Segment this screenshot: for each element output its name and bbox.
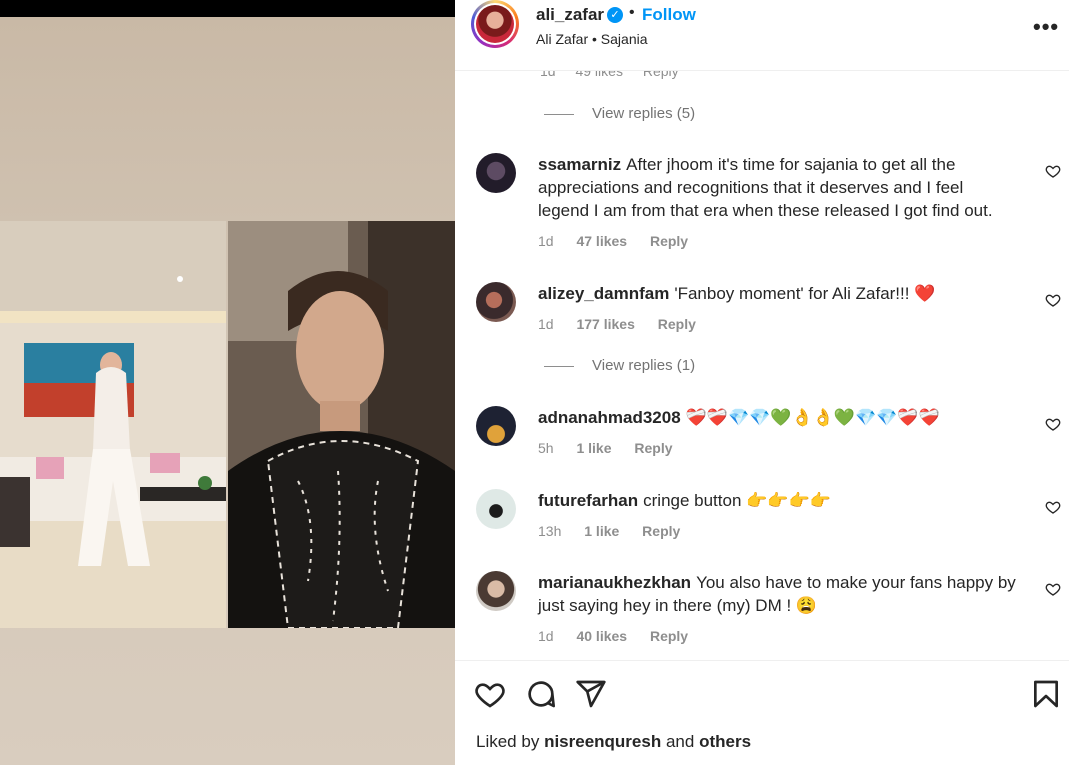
comment-text: ❤️‍🩹❤️‍🩹💎💎💚👌👌💚💎💎❤️‍🩹❤️‍🩹 xyxy=(685,408,940,427)
comment-username[interactable]: adnanahmad3208 xyxy=(538,408,681,427)
video-clip-right xyxy=(228,221,455,628)
reply-button[interactable]: Reply xyxy=(658,316,696,332)
heart-icon[interactable] xyxy=(474,678,506,710)
avatar[interactable] xyxy=(476,406,516,446)
post-actions-bar: Liked by nisreenquresh and others xyxy=(455,660,1069,766)
username-link[interactable]: ali_zafar xyxy=(536,5,604,25)
comment-body: alizey_damnfam 'Fanboy moment' for Ali Za… xyxy=(538,282,1018,305)
comment-body: futurefarhan cringe button 👉👉👉👉 xyxy=(538,489,1018,512)
comment-meta: 1d 47 likes Reply xyxy=(538,233,707,249)
comment-time: 1d xyxy=(538,316,554,332)
comment-time: 13h xyxy=(538,523,562,539)
reply-button[interactable]: Reply xyxy=(650,233,688,249)
liked-by-others-link[interactable]: others xyxy=(699,732,751,751)
comment-time: 5h xyxy=(538,440,554,456)
more-options-icon[interactable]: ••• xyxy=(1033,14,1059,40)
comment-text: cringe button 👉👉👉👉 xyxy=(643,491,831,510)
follow-button[interactable]: Follow xyxy=(642,5,696,25)
share-icon[interactable] xyxy=(575,678,607,710)
liked-by-user-link[interactable]: nisreenquresh xyxy=(544,732,661,751)
comment-time: 1d xyxy=(538,233,554,249)
view-replies-label: View replies (1) xyxy=(592,357,696,374)
avatar[interactable] xyxy=(476,153,516,193)
room-scene-illustration xyxy=(0,221,226,628)
view-replies-button[interactable]: View replies (5) xyxy=(544,105,695,122)
post-media[interactable] xyxy=(0,0,455,765)
post-subtitle[interactable]: Ali Zafar • Sajania xyxy=(536,31,648,47)
reply-button[interactable]: Reply xyxy=(634,440,672,456)
reply-button[interactable]: Reply xyxy=(650,628,688,644)
comment-body: marianaukhezkhan You also have to make yo… xyxy=(538,571,1018,617)
verified-badge-icon: ✓ xyxy=(607,7,623,23)
avatar[interactable] xyxy=(476,489,516,529)
comment-meta: 13h 1 like Reply xyxy=(538,523,699,539)
separator-dot: • xyxy=(629,4,635,21)
heart-icon[interactable] xyxy=(1045,581,1061,597)
liked-by-text: Liked by nisreenquresh and others xyxy=(476,732,751,752)
comment-username[interactable]: marianaukhezkhan xyxy=(538,573,691,592)
heart-icon[interactable] xyxy=(1045,416,1061,432)
comment-likes[interactable]: 1 like xyxy=(584,523,619,539)
comment-time: 1d xyxy=(538,628,554,644)
comment-text: 'Fanboy moment' for Ali Zafar!!! ❤️ xyxy=(674,284,936,303)
media-top-bar xyxy=(0,0,455,17)
comment-meta: 5h 1 like Reply xyxy=(538,440,692,456)
avatar[interactable] xyxy=(476,282,516,322)
comment-body: adnanahmad3208 ❤️‍🩹❤️‍🩹💎💎💚👌👌💚💎💎❤️‍🩹❤️‍🩹 xyxy=(538,406,1018,429)
reply-button[interactable]: Reply xyxy=(642,523,680,539)
portrait-illustration xyxy=(228,221,455,628)
divider-line xyxy=(544,113,574,115)
comment-meta: 1d 40 likes Reply xyxy=(538,628,707,644)
comment-body: ssamarniz After jhoom it's time for sajan… xyxy=(538,153,1018,222)
avatar[interactable] xyxy=(476,571,516,611)
heart-icon[interactable] xyxy=(1045,499,1061,515)
post-header: ali_zafar ✓ • Follow Ali Zafar • Sajania… xyxy=(455,0,1069,71)
comment-icon[interactable] xyxy=(525,678,557,710)
comment-likes[interactable]: 47 likes xyxy=(576,233,627,249)
liked-by-and: and xyxy=(665,732,695,751)
story-ring[interactable] xyxy=(471,0,519,48)
divider-line xyxy=(544,365,574,367)
comment-meta: 1d 177 likes Reply xyxy=(538,316,715,332)
liked-by-prefix: Liked by xyxy=(476,732,540,751)
comment-likes[interactable]: 177 likes xyxy=(576,316,634,332)
comment-username[interactable]: futurefarhan xyxy=(538,491,638,510)
view-replies-label: View replies (5) xyxy=(592,105,696,122)
heart-icon[interactable] xyxy=(1045,292,1061,308)
video-clip-left xyxy=(0,221,226,628)
bookmark-icon[interactable] xyxy=(1030,678,1062,710)
comment-likes[interactable]: 40 likes xyxy=(576,628,627,644)
comments-panel: ali_zafar ✓ • Follow Ali Zafar • Sajania… xyxy=(455,0,1069,766)
comment-username[interactable]: ssamarniz xyxy=(538,155,621,174)
comment-username[interactable]: alizey_damnfam xyxy=(538,284,669,303)
avatar[interactable] xyxy=(476,5,514,43)
comment-likes[interactable]: 1 like xyxy=(576,440,611,456)
view-replies-button[interactable]: View replies (1) xyxy=(544,357,695,374)
heart-icon[interactable] xyxy=(1045,163,1061,179)
